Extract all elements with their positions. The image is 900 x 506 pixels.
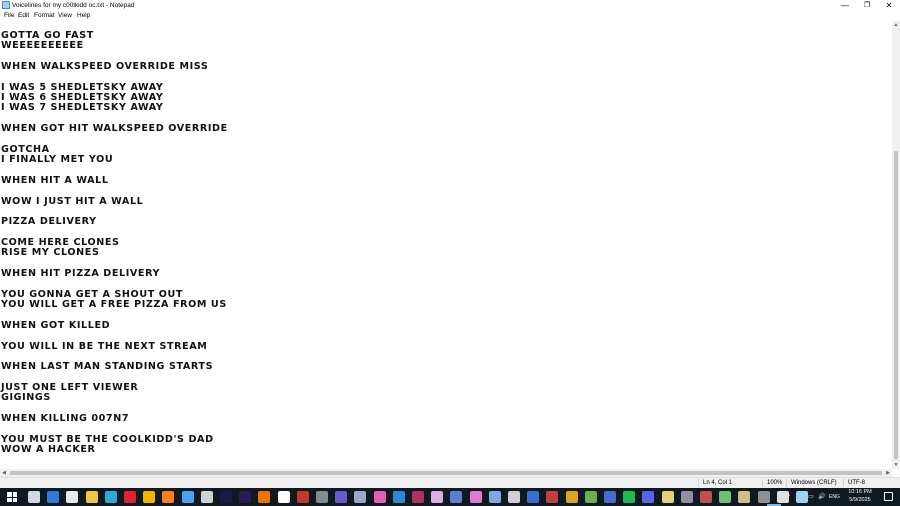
scroll-down-icon[interactable]: ▼ [892, 461, 900, 469]
horizontal-scroll-thumb[interactable] [10, 471, 882, 475]
window-title: Voicelines for my c00lkidd oc.txt - Note… [12, 2, 135, 9]
vscode-icon[interactable] [392, 491, 405, 503]
menu-view[interactable]: View [58, 12, 72, 20]
spotify-icon[interactable] [623, 491, 636, 503]
game-6-icon[interactable] [431, 491, 444, 503]
status-divider [786, 479, 787, 487]
volume-icon[interactable]: 🔊 [818, 491, 825, 503]
game-10-icon[interactable] [527, 491, 540, 503]
status-divider [762, 479, 763, 487]
game-19-icon[interactable] [757, 491, 770, 503]
notepad-icon[interactable] [796, 491, 808, 503]
text-line: WHEN KILLING 007N7 [1, 412, 130, 424]
cursor-position: Ln 4, Col 1 [703, 480, 733, 486]
text-line: WHEN GOT HIT WALKSPEED OVERRIDE [1, 123, 228, 135]
game-16-icon[interactable] [700, 491, 712, 503]
maximize-button[interactable]: ❐ [856, 0, 878, 11]
media-player-icon[interactable] [508, 491, 520, 503]
status-divider [698, 479, 699, 487]
game-17-icon[interactable] [719, 491, 732, 503]
text-line: GIGINGS [1, 392, 51, 404]
menu-file[interactable]: File [4, 12, 14, 20]
text-line: YOU WILL GET A FREE PIZZA FROM US [1, 299, 227, 311]
game-12-icon[interactable] [565, 491, 578, 503]
mail-icon[interactable] [47, 491, 60, 503]
text-line: I WAS 7 SHEDLETSKY AWAY [1, 102, 164, 114]
text-editor[interactable]: GOTTA GO FAST WEEEEEEEEEE WHEN WALKSPEED O… [0, 21, 892, 469]
text-line: WOW I JUST HIT A WALL [1, 195, 144, 207]
encoding: UTF-8 [848, 480, 865, 486]
calendar-icon[interactable] [181, 491, 194, 503]
blender-icon[interactable] [258, 491, 271, 503]
text-line: RISE MY CLONES [1, 247, 100, 259]
taskbar: ^ ☁ ▭ 🔊 ENG 10:16 PM 5/9/2025 [0, 488, 900, 506]
edge-icon[interactable] [104, 491, 117, 503]
vertical-scroll-thumb[interactable] [894, 151, 898, 459]
notepad-icon [2, 1, 10, 9]
premiere-icon[interactable] [239, 491, 252, 503]
task-view-icon[interactable] [28, 491, 40, 503]
vertical-scrollbar[interactable]: ▲ ▼ [892, 21, 900, 469]
file-explorer-icon[interactable] [85, 491, 98, 503]
menu-edit[interactable]: Edit [18, 12, 29, 20]
clock-time: 10:16 PM [848, 489, 872, 495]
chrome-icon[interactable] [143, 491, 156, 503]
text-line: PIZZA DELIVERY [1, 216, 97, 228]
text-line: WEEEEEEEEEE [1, 40, 84, 52]
game-2-icon[interactable] [316, 491, 328, 503]
status-divider [843, 479, 844, 487]
scroll-right-icon[interactable]: ▶ [884, 469, 892, 477]
game-5-icon[interactable] [412, 491, 424, 503]
network-icon[interactable]: ▭ [808, 491, 814, 503]
minecraft-icon[interactable] [584, 491, 597, 503]
text-line: WHEN GOT KILLED [1, 319, 111, 331]
menu-help[interactable]: Help [77, 12, 90, 20]
zoom-level: 100% [767, 480, 783, 486]
language-indicator[interactable]: ENG [829, 491, 840, 503]
title-bar[interactable]: Voicelines for my c00lkidd oc.txt - Note… [0, 0, 900, 11]
scroll-up-icon[interactable]: ▲ [892, 21, 900, 29]
store-icon[interactable] [66, 491, 79, 503]
game-7-icon[interactable] [450, 491, 463, 503]
text-line: WOW A HACKER [1, 444, 96, 455]
windows-start-icon[interactable] [7, 492, 17, 502]
game-13-icon[interactable] [604, 491, 616, 503]
game-3-icon[interactable] [335, 491, 348, 503]
close-button[interactable]: ✕ [878, 0, 900, 11]
text-line: WHEN HIT A WALL [1, 174, 109, 186]
horizontal-scrollbar[interactable]: ◀ ▶ [0, 469, 892, 477]
game-11-icon[interactable] [546, 491, 559, 503]
menu-bar: File Edit Format View Help [0, 11, 900, 21]
menu-format[interactable]: Format [34, 12, 55, 20]
droplet-app-icon[interactable] [373, 491, 386, 503]
opera-icon[interactable] [124, 491, 136, 503]
game-8-icon[interactable] [469, 491, 482, 503]
text-line: I FINALLY MET YOU [1, 154, 114, 166]
game-15-icon[interactable] [680, 491, 693, 503]
text-line: WHEN WALKSPEED OVERRIDE MISS [1, 61, 209, 73]
text-line: WHEN HIT PIZZA DELIVERY [1, 268, 161, 280]
clock-date: 5/9/2025 [849, 496, 871, 503]
roblox-studio-icon[interactable] [277, 491, 290, 503]
scroll-left-icon[interactable]: ◀ [0, 469, 8, 477]
text-line: YOU WILL IN BE THE NEXT STREAM [1, 340, 208, 352]
status-bar: Ln 4, Col 1 100% Windows (CRLF) UTF-8 [0, 477, 900, 488]
game-20-icon[interactable] [776, 491, 789, 503]
discord-icon[interactable] [642, 491, 655, 503]
firefox-icon[interactable] [162, 491, 175, 503]
game-1-icon[interactable] [296, 491, 309, 503]
game-14-icon[interactable] [661, 491, 674, 503]
game-4-icon[interactable] [354, 491, 367, 503]
line-ending: Windows (CRLF) [791, 480, 837, 486]
animate-icon[interactable] [220, 491, 232, 503]
minimize-button[interactable]: — [834, 0, 856, 11]
notification-icon[interactable] [884, 492, 893, 501]
game-18-icon[interactable] [738, 491, 751, 503]
system-clock[interactable]: 10:16 PM 5/9/2025 [842, 489, 878, 504]
notes-icon[interactable] [200, 491, 213, 503]
game-9-icon[interactable] [488, 491, 501, 503]
text-line: WHEN LAST MAN STANDING STARTS [1, 361, 214, 373]
